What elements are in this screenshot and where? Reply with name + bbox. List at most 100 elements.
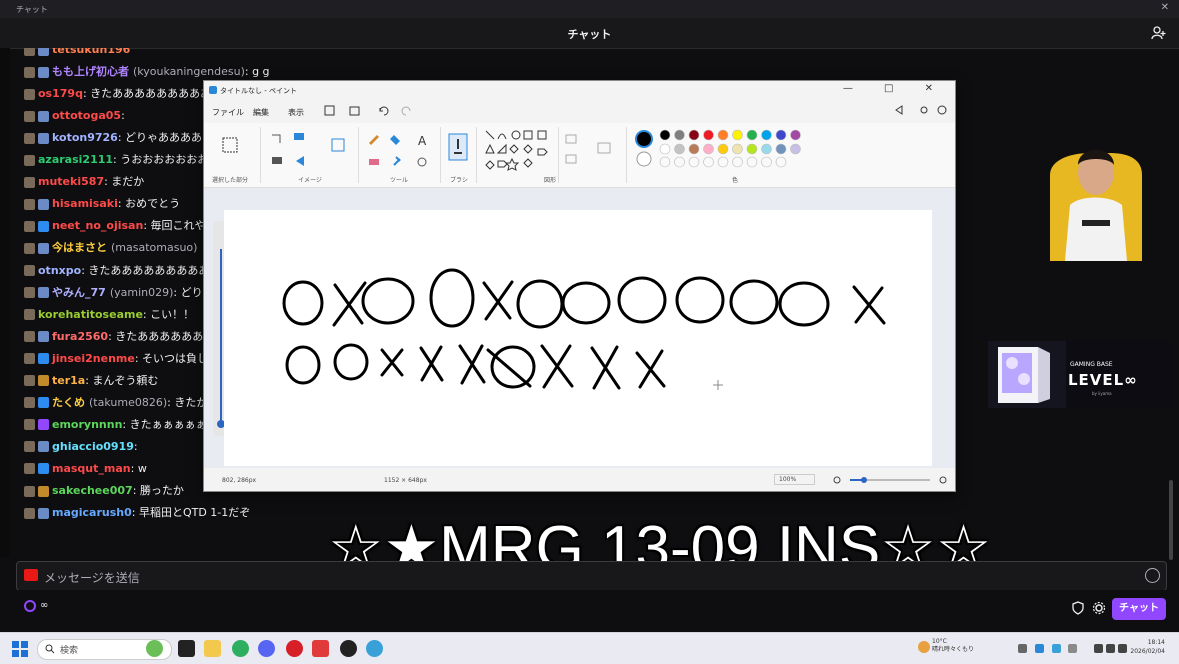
- tray-app-icon[interactable]: [1035, 644, 1044, 653]
- shield-icon[interactable]: [1071, 601, 1085, 615]
- badge-icon[interactable]: [24, 66, 35, 78]
- chat-username[interactable]: korehatitoseame: [38, 305, 143, 325]
- color-swatch[interactable]: [775, 129, 787, 141]
- subscriber-badge-icon[interactable]: [38, 132, 49, 144]
- color-swatch[interactable]: [688, 143, 700, 155]
- subscriber-badge-icon[interactable]: [38, 220, 49, 232]
- taskbar-app-opera-icon[interactable]: [286, 640, 303, 657]
- subscriber-badge-icon[interactable]: [38, 419, 49, 431]
- paint-window-controls[interactable]: — □ ✕: [843, 83, 947, 94]
- badge-icon[interactable]: [24, 375, 35, 387]
- subscriber-badge-icon[interactable]: [38, 242, 49, 254]
- chat-username[interactable]: ottotoga05: [52, 106, 121, 126]
- color-swatch[interactable]: [746, 129, 758, 141]
- custom-color-swatch[interactable]: [703, 156, 714, 168]
- settings-gear-icon[interactable]: [1092, 601, 1106, 615]
- shapes-icons[interactable]: [484, 129, 554, 173]
- zoom-select[interactable]: 100%: [774, 474, 816, 485]
- custom-color-swatch[interactable]: [746, 156, 758, 168]
- chat-username[interactable]: jinsei2nenme: [52, 349, 135, 369]
- taskbar-app-taskview-icon[interactable]: [178, 640, 195, 657]
- camera-icon[interactable]: [24, 569, 38, 581]
- select-tool-icon[interactable]: [222, 137, 238, 153]
- taskbar-app-red-icon[interactable]: [312, 640, 329, 657]
- weather-icon[interactable]: [918, 641, 930, 653]
- taskbar-app-chrome-icon[interactable]: [232, 640, 249, 657]
- chat-input[interactable]: メッセージを送信: [16, 561, 1167, 591]
- close-button[interactable]: ✕: [1161, 2, 1169, 13]
- badge-icon[interactable]: [24, 419, 35, 431]
- chat-username[interactable]: masqut_man: [52, 459, 131, 479]
- send-chat-button[interactable]: チャット: [1112, 598, 1166, 620]
- subscriber-badge-icon[interactable]: [38, 485, 49, 497]
- chat-username[interactable]: magicarush0: [52, 503, 132, 523]
- color-swatch[interactable]: [659, 143, 671, 155]
- subscriber-badge-icon[interactable]: [38, 375, 49, 387]
- weather-widget[interactable]: 10°C 晴れ時々くもり: [932, 638, 974, 654]
- badge-icon[interactable]: [24, 397, 35, 409]
- badge-icon[interactable]: [24, 176, 35, 188]
- chat-username[interactable]: tetsukun196: [52, 48, 130, 60]
- drawing-canvas[interactable]: [224, 210, 932, 466]
- taskbar-app-blue-icon[interactable]: [366, 640, 383, 657]
- subscriber-badge-icon[interactable]: [38, 110, 49, 122]
- chat-scrollbar[interactable]: [1169, 480, 1173, 560]
- chat-username[interactable]: もも上げ初心者: [52, 62, 129, 82]
- color-swatch[interactable]: [688, 129, 700, 141]
- chat-username[interactable]: otnxpo: [38, 261, 81, 281]
- windows-start-icon[interactable]: [12, 641, 28, 657]
- custom-color-swatch[interactable]: [659, 156, 671, 168]
- color-swatch[interactable]: [674, 129, 685, 141]
- taskbar-widget-icon[interactable]: [146, 640, 163, 657]
- color-swatch[interactable]: [761, 129, 772, 141]
- taskbar-app-discord-icon[interactable]: [258, 640, 275, 657]
- subscriber-badge-icon[interactable]: [38, 441, 49, 453]
- chat-username[interactable]: emorynnnn: [52, 415, 122, 435]
- subscriber-badge-icon[interactable]: [38, 397, 49, 409]
- outline-fill-icons[interactable]: [564, 131, 614, 171]
- badge-icon[interactable]: [24, 110, 35, 122]
- volume-icon[interactable]: [1106, 644, 1115, 653]
- color-swatch[interactable]: [703, 129, 714, 141]
- subscriber-badge-icon[interactable]: [38, 287, 49, 299]
- color-swatch[interactable]: [775, 143, 787, 155]
- custom-color-swatch[interactable]: [688, 156, 700, 168]
- subscriber-badge-icon[interactable]: [38, 198, 49, 210]
- color-swatch[interactable]: [674, 143, 685, 155]
- menu-edit[interactable]: 編集: [253, 107, 269, 118]
- channel-points-icon[interactable]: [24, 600, 36, 612]
- zoom-slider[interactable]: [832, 475, 950, 485]
- emote-icon[interactable]: [1145, 568, 1160, 583]
- chat-username[interactable]: muteki587: [38, 172, 104, 192]
- subscriber-badge-icon[interactable]: [38, 463, 49, 475]
- custom-color-swatch[interactable]: [775, 156, 787, 168]
- color-swatch[interactable]: [717, 143, 729, 155]
- tray-app-icon[interactable]: [1052, 644, 1061, 653]
- custom-color-swatch[interactable]: [761, 156, 772, 168]
- custom-color-swatch[interactable]: [674, 156, 685, 168]
- color-swatch[interactable]: [761, 143, 772, 155]
- subscriber-badge-icon[interactable]: [38, 507, 49, 519]
- color-swatch[interactable]: [732, 143, 743, 155]
- badge-icon[interactable]: [24, 198, 35, 210]
- subscriber-badge-icon[interactable]: [38, 66, 49, 78]
- chat-username[interactable]: 今はまさと: [52, 238, 107, 258]
- chat-username[interactable]: azarasi2111: [38, 150, 113, 170]
- chat-username[interactable]: hisamisaki: [52, 194, 118, 214]
- badge-icon[interactable]: [24, 485, 35, 497]
- badge-icon[interactable]: [24, 132, 35, 144]
- menu-view[interactable]: 表示: [288, 107, 304, 118]
- brush-icon[interactable]: [448, 133, 468, 161]
- taskbar-app-explorer-icon[interactable]: [204, 640, 221, 657]
- secondary-color-swatch[interactable]: [636, 151, 652, 167]
- users-icon[interactable]: [1151, 25, 1167, 41]
- paint-window[interactable]: タイトルなし - ペイント — □ ✕ ファイル 編集 表示 選択した部分 イメ…: [203, 80, 956, 492]
- chat-username[interactable]: fura2560: [52, 327, 108, 347]
- color-swatch[interactable]: [717, 129, 729, 141]
- badge-icon[interactable]: [24, 265, 35, 276]
- badge-icon[interactable]: [24, 309, 35, 321]
- taskbar-app-obs-icon[interactable]: [340, 640, 357, 657]
- chat-username[interactable]: sakechee007: [52, 481, 133, 501]
- subscriber-badge-icon[interactable]: [38, 331, 49, 343]
- chat-username[interactable]: neet_no_ojisan: [52, 216, 143, 236]
